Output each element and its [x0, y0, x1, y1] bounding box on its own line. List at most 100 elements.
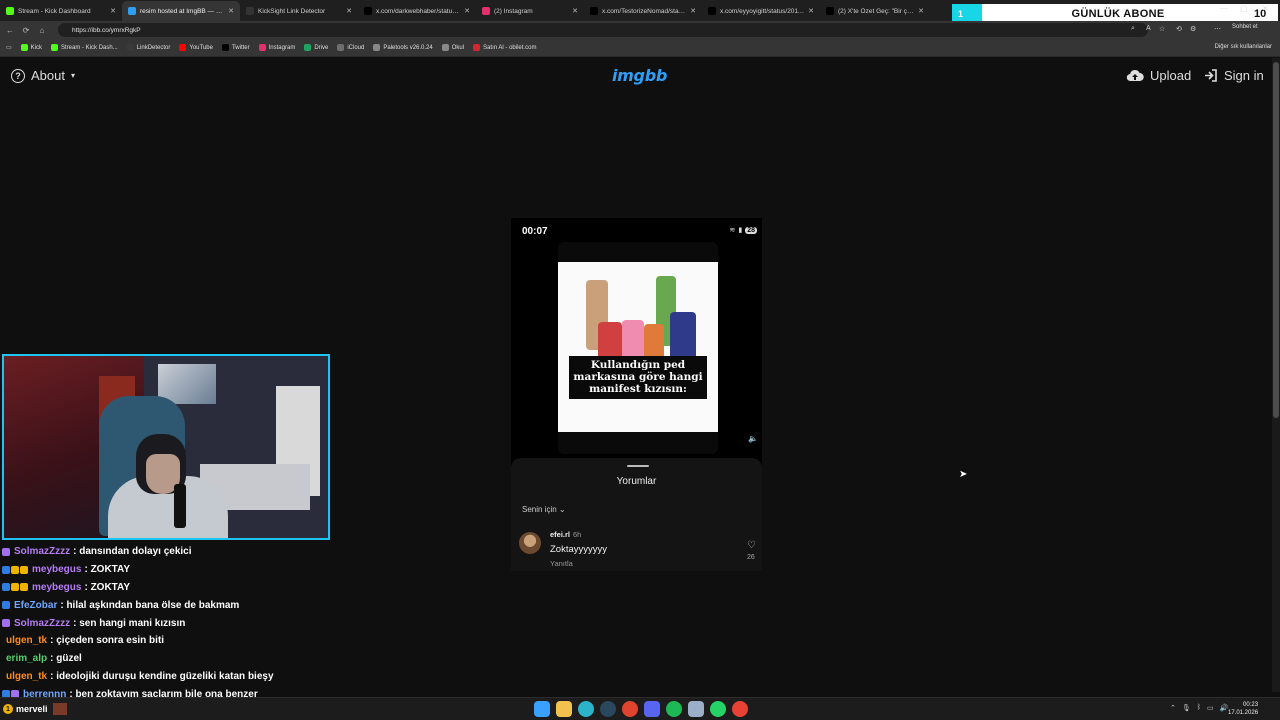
- hosted-image[interactable]: 00:07 ≋ ▮ 28 Kullandığın ped markasına g…: [511, 218, 762, 571]
- chat-username[interactable]: meybegus: [32, 582, 81, 593]
- app-icon[interactable]: [688, 701, 704, 717]
- about-label: About: [31, 68, 65, 83]
- back-icon[interactable]: ←: [4, 26, 16, 35]
- settings-icon[interactable]: ⚙: [1190, 25, 1196, 33]
- chat-copilot-button[interactable]: Sohbet et: [1232, 24, 1258, 30]
- volume-icon[interactable]: 🔊: [1220, 704, 1229, 712]
- bookmark-item[interactable]: YouTube: [179, 44, 213, 51]
- more-menu-icon[interactable]: ⋯: [1214, 25, 1221, 33]
- bookmark-item[interactable]: LinkDetector: [126, 44, 170, 51]
- chat-message: erim_alp: güzel: [2, 650, 332, 668]
- spotify-icon[interactable]: [666, 701, 682, 717]
- comment-author[interactable]: efei.rl 6h: [550, 530, 581, 539]
- heart-icon[interactable]: ♡: [747, 540, 756, 551]
- close-tab-icon[interactable]: ✕: [572, 7, 578, 15]
- files-icon[interactable]: [556, 701, 572, 717]
- bookmark-icon: [20, 44, 28, 51]
- favorite-star-icon[interactable]: ☆: [1159, 25, 1165, 33]
- tab-title: resim hosted at ImgBB — ImgBB: [140, 7, 224, 15]
- minimize-icon[interactable]: —: [1220, 4, 1228, 13]
- avatar[interactable]: [519, 532, 541, 554]
- browser-tab[interactable]: resim hosted at ImgBB — ImgBB ✕: [122, 1, 240, 21]
- bookmark-item[interactable]: iCloud: [337, 44, 364, 51]
- mic-icon[interactable]: 🎙: [1182, 704, 1191, 712]
- tab-favicon-icon: [364, 7, 372, 15]
- tab-title: Stream - Kick Dashboard: [18, 7, 91, 15]
- bookmark-item[interactable]: Okul: [441, 44, 464, 51]
- browser-tab[interactable]: x.com/darkwebhaber/status/2011 ✕: [358, 1, 476, 21]
- comments-sort[interactable]: Senin için ⌄: [522, 505, 566, 514]
- question-icon: ?: [11, 68, 25, 83]
- imgbb-logo[interactable]: imgbb: [612, 66, 667, 85]
- reply-link[interactable]: Yanıtla: [550, 559, 573, 568]
- close-tab-icon[interactable]: ✕: [464, 7, 470, 15]
- chrome-icon[interactable]: [732, 701, 748, 717]
- read-aloud-icon[interactable]: A: [1146, 25, 1151, 32]
- bookmark-item[interactable]: Instagram: [258, 44, 295, 51]
- home-icon[interactable]: ⌂: [36, 26, 48, 35]
- network-icon[interactable]: ▭: [1207, 704, 1214, 712]
- weather-widget[interactable]: 1 merveli: [3, 703, 67, 715]
- close-window-icon[interactable]: ✕: [1262, 4, 1269, 13]
- stream-chat: SolmazZzzz: dansından dolayı çekici meybe…: [2, 543, 332, 703]
- close-tab-icon[interactable]: ✕: [228, 7, 234, 15]
- steam-icon[interactable]: [600, 701, 616, 717]
- collections-icon[interactable]: ▭: [6, 44, 12, 51]
- volume-icon[interactable]: 🔈: [748, 434, 758, 443]
- chevron-down-icon: ▾: [70, 71, 75, 80]
- bookmark-item[interactable]: Kick: [20, 44, 42, 51]
- chat-username[interactable]: ulgen_tk: [6, 671, 47, 682]
- url-field[interactable]: https://ibb.co/ymrxRgkP: [58, 23, 1148, 37]
- chat-message: meybegus: ZOKTAY: [2, 561, 332, 579]
- chat-username[interactable]: meybegus: [32, 564, 81, 575]
- record-icon[interactable]: [622, 701, 638, 717]
- upload-button[interactable]: Upload: [1126, 68, 1191, 83]
- chat-username[interactable]: SolmazZzzz: [14, 618, 70, 629]
- other-bookmarks[interactable]: Diğer sık kullanılanlar: [1215, 44, 1272, 50]
- bookmark-item[interactable]: Paletools v26.0.24: [373, 44, 433, 51]
- upload-label: Upload: [1150, 68, 1192, 83]
- sheet-handle[interactable]: [627, 465, 649, 467]
- browser-tab[interactable]: KickSight Link Detector ✕: [240, 1, 358, 21]
- bookmark-label: iCloud: [347, 44, 365, 51]
- sign-in-button[interactable]: Sign in: [1204, 68, 1264, 83]
- about-menu[interactable]: ? About ▾: [11, 68, 75, 83]
- reel-video[interactable]: Kullandığın ped markasına göre hangi man…: [558, 242, 718, 454]
- chat-username[interactable]: EfeZobar: [14, 600, 57, 611]
- start-icon[interactable]: [534, 701, 550, 717]
- taskbar-apps: [534, 701, 748, 717]
- close-tab-icon[interactable]: ✕: [110, 7, 116, 15]
- bookmark-icon: [441, 44, 449, 51]
- bookmark-item[interactable]: Twitter: [221, 44, 250, 51]
- chat-text: : güzel: [50, 653, 82, 665]
- browser-tab[interactable]: x.com/eyyoyigitt/status/2011378 ✕: [702, 1, 820, 21]
- refresh-extension-icon[interactable]: ⟲: [1176, 25, 1182, 33]
- bookmark-item[interactable]: Drive: [304, 44, 328, 51]
- scrollbar-thumb[interactable]: [1273, 62, 1279, 418]
- restore-icon[interactable]: ▢: [1240, 4, 1248, 13]
- bluetooth-icon[interactable]: ᛒ: [1197, 704, 1201, 712]
- close-tab-icon[interactable]: ✕: [918, 7, 924, 15]
- tab-favicon-icon: [6, 7, 14, 15]
- edge-icon[interactable]: [578, 701, 594, 717]
- chat-username[interactable]: erim_alp: [6, 653, 47, 664]
- browser-tab[interactable]: Stream - Kick Dashboard ✕: [0, 1, 122, 21]
- browser-tab[interactable]: (2) X'te Özet Geç: "Bir çift, "Squid ✕: [820, 1, 930, 21]
- tab-favicon-icon: [128, 7, 136, 15]
- zoom-icon[interactable]: ⌕: [1131, 25, 1135, 33]
- discord-icon[interactable]: [644, 701, 660, 717]
- close-tab-icon[interactable]: ✕: [690, 7, 696, 15]
- bookmark-item[interactable]: Stream - Kick Dash...: [51, 44, 118, 51]
- chat-username[interactable]: ulgen_tk: [6, 635, 47, 646]
- badge-icon: [2, 601, 10, 610]
- reload-icon[interactable]: ⟳: [20, 26, 32, 35]
- browser-tab[interactable]: (2) Instagram ✕: [476, 1, 584, 21]
- clock[interactable]: 00:23 17.01.2026: [1228, 701, 1258, 717]
- close-tab-icon[interactable]: ✕: [808, 7, 814, 15]
- chat-username[interactable]: SolmazZzzz: [14, 546, 70, 557]
- bookmark-item[interactable]: Satın Al - obilet.com: [473, 44, 536, 51]
- close-tab-icon[interactable]: ✕: [346, 7, 352, 15]
- whatsapp-icon[interactable]: [710, 701, 726, 717]
- chevron-up-icon[interactable]: ⌃: [1170, 704, 1176, 712]
- browser-tab[interactable]: x.com/TestorizeNomad/status/201✕: [584, 1, 702, 21]
